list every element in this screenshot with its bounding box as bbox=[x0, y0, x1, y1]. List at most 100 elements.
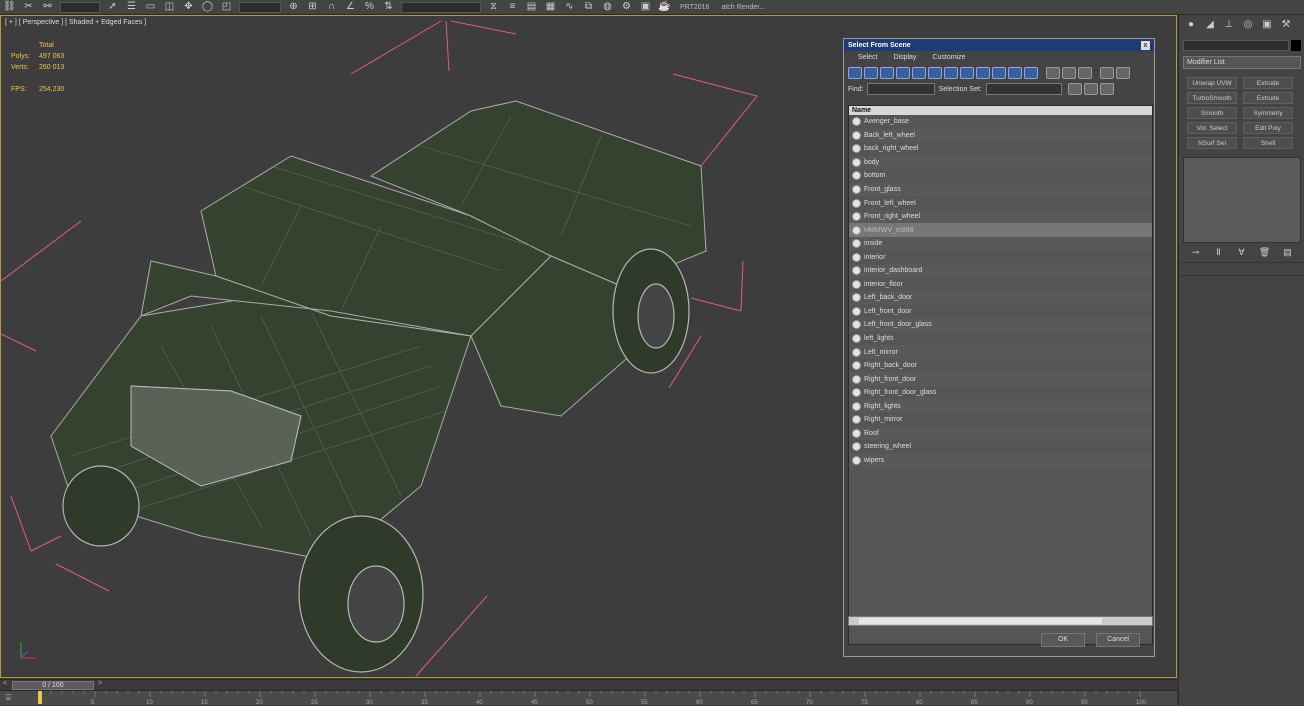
window-crossing-icon[interactable]: ◫ bbox=[162, 1, 177, 13]
list-item[interactable]: HMMWV_m998 bbox=[849, 223, 1152, 237]
select-by-name-icon[interactable]: ☰ bbox=[124, 1, 139, 13]
hierarchy-tab-icon[interactable]: ⊥ bbox=[1221, 18, 1237, 31]
percent-snap-icon[interactable]: % bbox=[362, 1, 377, 13]
time-slider[interactable]: 0 / 100 bbox=[12, 681, 94, 690]
graphite-icon[interactable]: ▦ bbox=[543, 1, 558, 13]
spinner-snap-icon[interactable]: ⇅ bbox=[381, 1, 396, 13]
schematic-icon[interactable]: ⧉ bbox=[581, 1, 596, 13]
horizontal-scrollbar[interactable] bbox=[848, 616, 1153, 626]
modifier-stack[interactable] bbox=[1183, 157, 1301, 243]
list-item[interactable]: Right_back_door bbox=[849, 359, 1152, 373]
modifier-button[interactable]: Extrude bbox=[1243, 77, 1293, 89]
list-item[interactable]: Front_glass bbox=[849, 182, 1152, 197]
list-item[interactable]: Right_front_door bbox=[849, 372, 1152, 386]
rectangle-select-icon[interactable]: ▭ bbox=[143, 1, 158, 13]
layer-icon[interactable]: ▤ bbox=[524, 1, 539, 13]
modifier-button[interactable]: TurboSmooth bbox=[1187, 92, 1237, 104]
list-item[interactable]: Front_left_wheel bbox=[849, 196, 1152, 210]
list-item[interactable]: steering_wheel bbox=[849, 440, 1152, 454]
pivot-icon[interactable]: ⊕ bbox=[286, 1, 301, 13]
next-frame-icon[interactable]: > bbox=[98, 680, 102, 687]
list-item[interactable]: bottom bbox=[849, 169, 1152, 183]
select-object-icon[interactable]: ➚ bbox=[105, 1, 120, 13]
select-set-icon[interactable] bbox=[1067, 83, 1082, 95]
list-item[interactable]: Left_mirror bbox=[849, 345, 1152, 359]
make-unique-icon[interactable]: ∀ bbox=[1233, 247, 1250, 258]
list-item[interactable]: wipers bbox=[849, 453, 1152, 468]
list-item[interactable]: Right_lights bbox=[849, 399, 1152, 414]
cancel-button[interactable]: Cancel bbox=[1096, 633, 1140, 647]
trackbar[interactable]: ⌸ 5 10 15 20 25 30 35 40 45 50 55 60 65 70 75 80 85 90 95 1… bbox=[0, 690, 1177, 706]
display-spacewarps-icon[interactable] bbox=[928, 66, 942, 79]
curve-editor-icon[interactable]: ∿ bbox=[562, 1, 577, 13]
modifier-button[interactable]: NSurf Sel bbox=[1187, 137, 1237, 149]
display-tab-icon[interactable]: ▣ bbox=[1259, 18, 1275, 31]
display-cameras-icon[interactable] bbox=[896, 66, 910, 79]
filter-options-icon[interactable] bbox=[1116, 66, 1130, 79]
motion-tab-icon[interactable]: ◎ bbox=[1240, 18, 1256, 31]
menu-select[interactable]: Select bbox=[858, 54, 877, 61]
filter-icon[interactable] bbox=[1100, 66, 1114, 79]
display-helpers-icon[interactable] bbox=[912, 66, 926, 79]
bind-icon[interactable]: ⚯ bbox=[40, 1, 55, 13]
modify-tab-icon[interactable]: ◢ bbox=[1202, 18, 1218, 31]
selection-set-dropdown[interactable] bbox=[985, 83, 1062, 95]
dialog-titlebar[interactable]: Select From Scene x bbox=[844, 39, 1154, 51]
close-icon[interactable]: x bbox=[1141, 40, 1150, 50]
batch-render-label[interactable]: atch Render... bbox=[721, 4, 765, 11]
viewport-label[interactable]: [ + ] [ Perspective ] [ Shaded + Edged F… bbox=[5, 19, 146, 26]
object-name-field[interactable] bbox=[1183, 40, 1289, 51]
prev-frame-icon[interactable]: < bbox=[3, 680, 7, 687]
display-none-icon[interactable] bbox=[1062, 66, 1076, 79]
list-item[interactable]: inside bbox=[849, 236, 1152, 251]
list-item[interactable]: left_lights bbox=[849, 332, 1152, 346]
material-editor-icon[interactable]: ◍ bbox=[600, 1, 615, 13]
remove-set-icon[interactable] bbox=[1099, 83, 1114, 95]
menu-display[interactable]: Display bbox=[893, 54, 916, 61]
align-icon[interactable]: ≡ bbox=[505, 1, 520, 13]
modifier-button[interactable]: Extrude bbox=[1243, 92, 1293, 104]
scrollbar-thumb[interactable] bbox=[859, 618, 1102, 624]
select-manipulate-icon[interactable]: ⊞ bbox=[305, 1, 320, 13]
list-item[interactable]: Left_front_door bbox=[849, 305, 1152, 319]
remove-modifier-icon[interactable]: 🗑 bbox=[1256, 247, 1273, 258]
list-item[interactable]: interior_floor bbox=[849, 278, 1152, 292]
list-item[interactable]: interior_dashboard bbox=[849, 264, 1152, 278]
mirror-icon[interactable]: ⧖ bbox=[486, 1, 501, 13]
modifier-button[interactable]: Edit Poly bbox=[1243, 122, 1293, 134]
column-header-name[interactable]: Name bbox=[849, 106, 1152, 115]
reference-coord-dropdown[interactable] bbox=[239, 1, 281, 13]
list-item[interactable]: Back_left_wheel bbox=[849, 128, 1152, 143]
create-tab-icon[interactable]: ● bbox=[1183, 18, 1199, 31]
modifier-list-dropdown[interactable]: Modifier List bbox=[1183, 56, 1301, 69]
show-end-result-icon[interactable]: Ⅱ bbox=[1210, 247, 1227, 258]
display-geometry-icon[interactable] bbox=[848, 66, 862, 79]
scale-icon[interactable]: ◰ bbox=[219, 1, 234, 13]
display-frozen-icon[interactable] bbox=[1008, 66, 1022, 79]
display-hidden-icon[interactable] bbox=[1024, 66, 1038, 79]
snap-icon[interactable]: ∩ bbox=[324, 1, 339, 13]
list-item[interactable]: back_right_wheel bbox=[849, 142, 1152, 156]
utilities-tab-icon[interactable]: ⚒ bbox=[1278, 18, 1294, 31]
modifier-button[interactable]: Symmetry bbox=[1243, 107, 1293, 119]
display-shapes-icon[interactable] bbox=[864, 66, 878, 79]
find-input[interactable] bbox=[866, 83, 935, 95]
scene-object-list[interactable]: Name Avenger_base Back_left_wheel back_rig… bbox=[848, 105, 1153, 645]
display-bones-icon[interactable] bbox=[976, 66, 990, 79]
modifier-button[interactable]: Unwrap UVW bbox=[1187, 77, 1237, 89]
named-selection-sets-dropdown[interactable] bbox=[401, 1, 481, 13]
list-item[interactable]: Left_front_door_glass bbox=[849, 318, 1152, 332]
link-icon[interactable]: ⛓ bbox=[2, 1, 17, 13]
list-item[interactable]: Left_back_door bbox=[849, 291, 1152, 305]
display-lights-icon[interactable] bbox=[880, 66, 894, 79]
render-frame-icon[interactable]: ▣ bbox=[638, 1, 653, 13]
list-item[interactable]: Avenger_base bbox=[849, 115, 1152, 129]
list-item[interactable]: body bbox=[849, 155, 1152, 170]
modifier-button[interactable]: Vol. Select bbox=[1187, 122, 1237, 134]
move-icon[interactable]: ✥ bbox=[181, 1, 196, 13]
display-containers-icon[interactable] bbox=[992, 66, 1006, 79]
list-item[interactable]: Right_front_door_glass bbox=[849, 386, 1152, 400]
render-icon[interactable]: ☕ bbox=[657, 1, 672, 13]
list-item[interactable]: Roof bbox=[849, 426, 1152, 441]
modifier-button[interactable]: Smooth bbox=[1187, 107, 1237, 119]
